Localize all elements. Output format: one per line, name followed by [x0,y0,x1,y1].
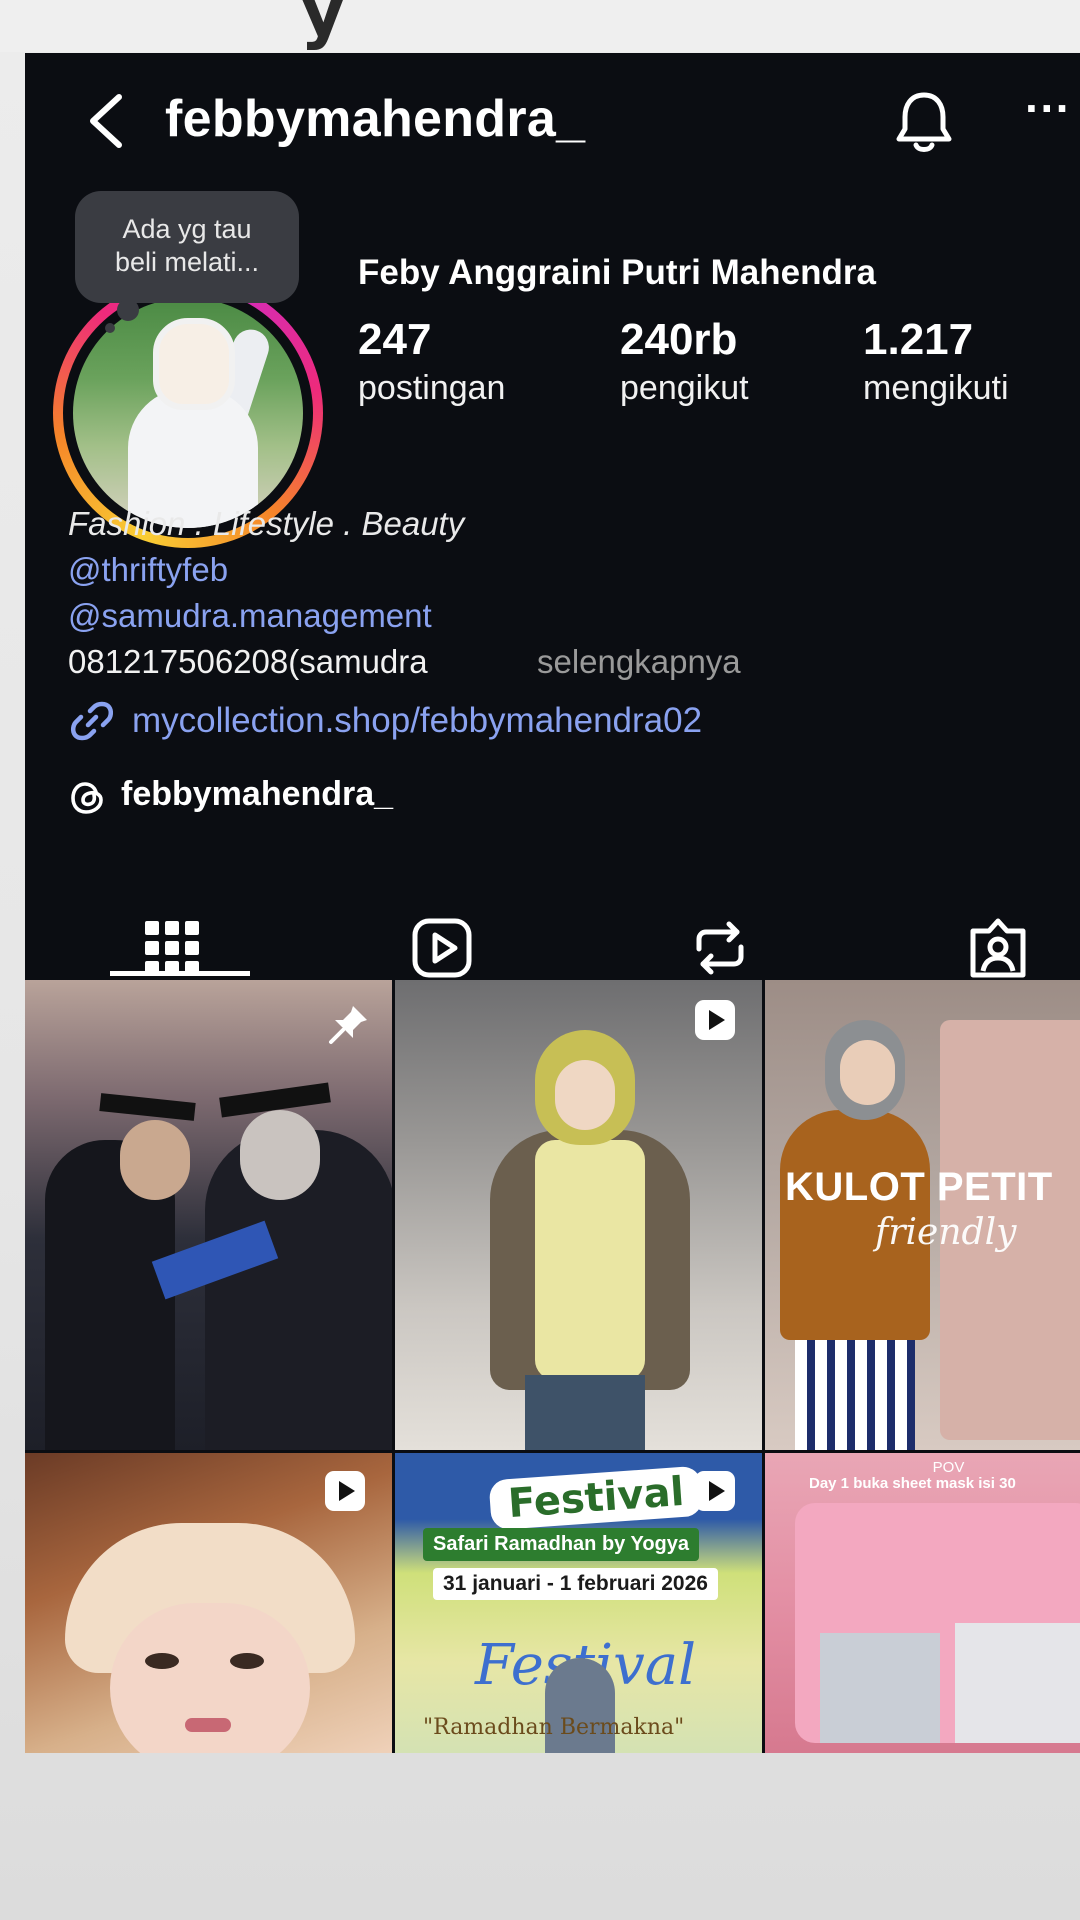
post-festival-title: Festival [488,1465,704,1531]
link-icon [70,701,114,741]
posts-label: postingan [358,369,506,407]
grid-post-3[interactable]: KULOT PETIT friendly [765,980,1080,1450]
reel-indicator-icon [325,1471,365,1511]
active-tab-indicator [110,971,250,976]
grid-post-1[interactable] [25,980,392,1450]
posts-count: 247 [358,315,432,364]
reel-indicator-icon [695,1000,735,1040]
note-text-line-1: Ada yg tau [122,214,252,244]
post-pov-label: POV [932,1459,965,1476]
post-caption-script: friendly [875,1212,1017,1253]
grid-post-2[interactable] [395,980,762,1450]
instagram-profile-screen: febbymahendra_ ··· Ada yg tau beli melat… [25,53,1080,1753]
bio-category: Fashion . Lifestyle . Beauty [68,505,465,542]
profile-username-title: febbymahendra_ [165,90,586,148]
post-caption: Day 1 buka sheet mask isi 30 [809,1475,1016,1492]
profile-full-name: Feby Anggraini Putri Mahendra [358,253,876,292]
followers-label: pengikut [620,369,749,407]
notification-bell-icon[interactable] [893,89,955,155]
profile-note-bubble[interactable]: Ada yg tau beli melati... [75,191,299,303]
screenshot-top-strip: y [0,0,1080,52]
followers-count-stat[interactable]: 240rb pengikut [620,315,749,408]
post-festival-date: 31 januari - 1 februari 2026 [433,1568,718,1600]
bio-mention-samudra[interactable]: @samudra.management [68,597,432,635]
bio-mention-thriftyfeb[interactable]: @thriftyfeb [68,551,228,589]
tagged-icon[interactable] [963,913,1033,983]
bio-more-link[interactable]: selengkapnya [537,643,741,681]
following-label: mengikuti [863,369,1009,407]
note-text-line-2: beli melati... [114,247,260,277]
bio-external-link[interactable]: mycollection.shop/febbymahendra02 [132,701,702,741]
threads-icon [71,782,103,814]
post-festival-tagline: "Ramadhan Bermakna" [423,1715,685,1740]
more-options-icon[interactable]: ··· [1025,85,1080,143]
bio-phone-text: 081217506208(samudra [68,643,428,680]
threads-handle-link[interactable]: febbymahendra_ [121,775,393,814]
reels-icon[interactable] [407,913,477,983]
following-count: 1.217 [863,315,974,364]
reel-indicator-icon [695,1471,735,1511]
back-arrow-icon[interactable] [81,91,131,151]
followers-count: 240rb [620,315,738,364]
grid-post-4[interactable] [25,1453,392,1753]
posts-count-stat[interactable]: 247 postingan [358,315,505,408]
screenshot-bottom-margin [0,1753,1080,1920]
post-festival-subtitle: Safari Ramadhan by Yogya [423,1528,700,1561]
post-caption-title: KULOT PETIT [785,1165,1053,1209]
grid-post-5[interactable]: Festival Safari Ramadhan by Yogya 31 jan… [395,1453,762,1753]
cropped-text-fragment: y [300,0,346,52]
reposts-icon[interactable] [685,913,755,983]
following-count-stat[interactable]: 1.217 mengikuti [863,315,1009,408]
pinned-icon [329,1006,367,1044]
grid-post-6[interactable]: POV Day 1 buka sheet mask isi 30 [765,1453,1080,1753]
